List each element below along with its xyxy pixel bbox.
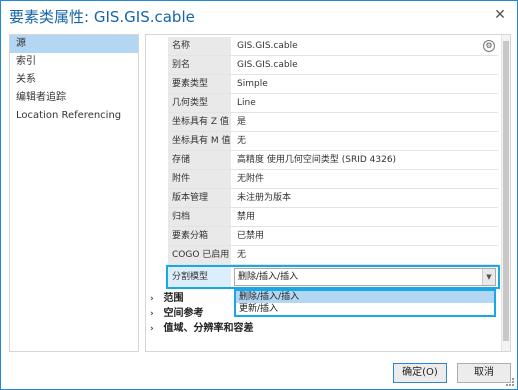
sidebar-item-location-referencing[interactable]: Location Referencing — [10, 107, 138, 125]
property-label: 要素分箱 — [168, 227, 231, 245]
property-label: 要素类型 — [168, 75, 231, 93]
section-spatial-reference[interactable]: › 空间参考 — [150, 306, 203, 322]
property-value: GIS.GIS.cable — [237, 41, 298, 51]
property-label: COGO 已启用 — [168, 246, 231, 264]
close-button[interactable]: ✕ — [489, 5, 511, 25]
properties-table: 名称 GIS.GIS.cable ⚙ 别名 GIS.GIS.cable 要素类型… — [168, 37, 498, 265]
property-value: 无附件 — [237, 174, 265, 184]
property-row-archiving: 归档 禁用 — [168, 208, 498, 227]
property-label: 附件 — [168, 170, 231, 188]
properties-panel: 名称 GIS.GIS.cable ⚙ 别名 GIS.GIS.cable 要素类型… — [145, 34, 511, 352]
dropdown-option[interactable]: 更新/插入 — [236, 303, 494, 315]
resize-grip-icon[interactable] — [506, 378, 514, 386]
chevron-down-icon[interactable]: ▼ — [482, 269, 495, 285]
property-row-split-model: 分割模型 删除/插入/插入 ▼ — [166, 265, 500, 289]
sidebar-item-relationships[interactable]: 关系 — [10, 71, 138, 89]
property-row-attachments: 附件 无附件 — [168, 170, 498, 189]
property-row-feature-binning: 要素分箱 已禁用 — [168, 227, 498, 246]
section-label: 空间参考 — [163, 308, 204, 319]
feature-class-properties-dialog: 要素类属性: GIS.GIS.cable ✕ 源 索引 关系 编辑者追踪 Loc… — [0, 0, 518, 390]
title-bar: 要素类属性: GIS.GIS.cable ✕ — [1, 1, 517, 31]
vertical-scrollbar[interactable] — [501, 35, 510, 351]
dropdown-option[interactable]: 删除/插入/插入 — [236, 291, 494, 303]
property-label: 存储 — [168, 151, 231, 169]
property-row-cogo: COGO 已启用 无 — [168, 246, 498, 265]
cancel-button[interactable]: 取消 — [457, 363, 511, 383]
property-label: 分割模型 — [168, 267, 231, 287]
split-model-dropdown-list: 删除/插入/插入 更新/插入 — [234, 289, 496, 317]
section-extent[interactable]: › 范围 — [150, 291, 183, 307]
property-row-geometry-type: 几何类型 Line — [168, 94, 498, 113]
property-row-has-z: 坐标具有 Z 值 是 — [168, 113, 498, 132]
property-row-feature-type: 要素类型 Simple — [168, 75, 498, 94]
sidebar-item-label: 索引 — [16, 56, 36, 67]
property-value: Line — [237, 98, 256, 108]
property-value: 已禁用 — [237, 231, 265, 241]
property-row-alias: 别名 GIS.GIS.cable — [168, 56, 498, 75]
sidebar: 源 索引 关系 编辑者追踪 Location Referencing — [9, 34, 139, 352]
property-value: Simple — [237, 79, 268, 89]
sidebar-item-label: 源 — [16, 38, 26, 49]
sidebar-item-indexes[interactable]: 索引 — [10, 53, 138, 71]
section-label: 值域、分辨率和容差 — [163, 323, 254, 334]
property-row-storage: 存储 高精度 使用几何空间类型 (SRID 4326) — [168, 151, 498, 170]
settings-icon[interactable]: ⚙ — [483, 40, 495, 52]
section-domain-resolution-tolerance[interactable]: › 值域、分辨率和容差 — [150, 321, 253, 337]
sidebar-item-label: 关系 — [16, 74, 36, 85]
property-value: 是 — [237, 117, 247, 127]
property-row-name: 名称 GIS.GIS.cable ⚙ — [168, 37, 498, 56]
property-value: GIS.GIS.cable — [237, 60, 298, 70]
property-value: 高精度 使用几何空间类型 (SRID 4326) — [237, 155, 397, 165]
sidebar-item-editor-tracking[interactable]: 编辑者追踪 — [10, 89, 138, 107]
property-row-versioning: 版本管理 未注册为版本 — [168, 189, 498, 208]
chevron-right-icon: › — [150, 294, 154, 304]
property-label: 名称 — [168, 37, 231, 55]
chevron-right-icon: › — [150, 309, 154, 319]
split-model-selected-value: 删除/插入/插入 — [238, 272, 299, 282]
property-value: 无 — [237, 250, 247, 260]
scrollbar-thumb[interactable] — [503, 41, 509, 341]
property-label: 版本管理 — [168, 189, 231, 207]
sidebar-item-source[interactable]: 源 — [10, 35, 138, 53]
property-value: 禁用 — [237, 212, 256, 222]
close-icon: ✕ — [494, 7, 506, 23]
chevron-right-icon: › — [150, 324, 154, 334]
property-value: 无 — [237, 136, 247, 146]
dialog-title: 要素类属性: GIS.GIS.cable — [9, 8, 195, 26]
property-row-has-m: 坐标具有 M 值 无 — [168, 132, 498, 151]
sidebar-item-label: Location Referencing — [16, 110, 122, 121]
ok-button[interactable]: 确定(O) — [393, 363, 447, 383]
property-label: 别名 — [168, 56, 231, 74]
section-label: 范围 — [163, 293, 184, 304]
property-value: 未注册为版本 — [237, 193, 292, 203]
property-label: 坐标具有 Z 值 — [168, 113, 231, 131]
split-model-select[interactable]: 删除/插入/插入 ▼ — [234, 268, 496, 286]
property-label: 归档 — [168, 208, 231, 226]
property-label: 坐标具有 M 值 — [168, 132, 231, 150]
properties-scroll-area: 名称 GIS.GIS.cable ⚙ 别名 GIS.GIS.cable 要素类型… — [146, 35, 502, 351]
sidebar-item-label: 编辑者追踪 — [16, 92, 66, 103]
property-label: 几何类型 — [168, 94, 231, 112]
